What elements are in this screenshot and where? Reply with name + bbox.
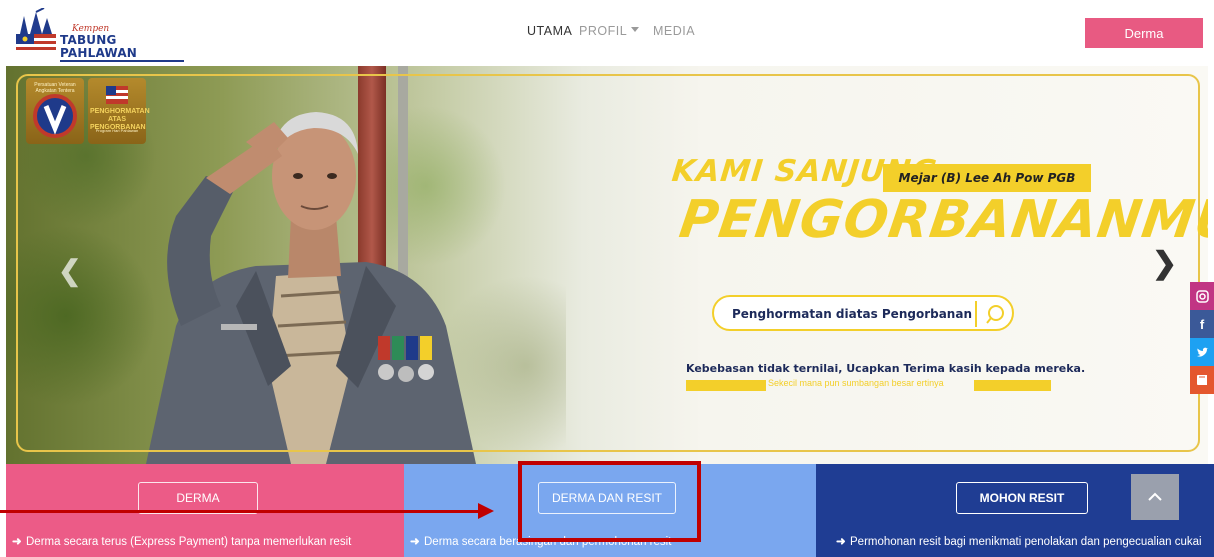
hero-highlight-bar-left [686,380,766,391]
search-divider [975,301,977,327]
derma-panel-desc: ➜ Derma secara terus (Express Payment) ta… [12,534,402,550]
chevron-right-icon[interactable]: ❯ [1152,246,1177,281]
v-shield-icon [33,94,77,138]
twitter-icon[interactable] [1190,338,1214,366]
arrow-right-icon: ➜ [836,536,846,548]
nav-item-utama[interactable]: UTAMA [527,24,572,38]
derma-desc-text: Derma secara terus (Express Payment) tan… [26,536,352,548]
hero-subtagline: Sekecil mana pun sumbangan besar ertinya [768,378,944,388]
hero-gold-frame [16,74,1200,452]
annotation-highlight-box [518,461,701,542]
arrow-right-icon: ➜ [12,536,22,548]
navbar: Kempen TABUNG PAHLAWAN UTAMA PROFIL MEDI… [0,0,1214,66]
nav-item-media[interactable]: MEDIA [653,24,695,38]
instagram-icon[interactable] [1190,282,1214,310]
annotation-arrow-line [0,510,480,513]
mohon-resit-button[interactable]: MOHON RESIT [956,482,1088,514]
hero-headline-big: PENGORBANANMU [675,190,1208,250]
hero-search-text: Penghormatan diatas Pengorbanan [732,307,972,321]
hero-search-pill: Penghormatan diatas Pengorbanan [712,295,1014,331]
facebook-icon[interactable]: f [1190,310,1214,338]
hero-name-tag: Mejar (B) Lee Ah Pow PGB [883,164,1091,192]
arrow-right-icon: ➜ [410,536,420,548]
veteran-association-logo: Persatuan Veteran Angkatan Tentera [26,78,84,144]
hero-carousel: Persatuan Veteran Angkatan Tentera PENGH… [6,66,1208,464]
site-logo[interactable]: Kempen TABUNG PAHLAWAN [14,8,184,62]
nav-item-profil[interactable]: PROFIL [579,24,627,38]
hero-highlight-bar-right [974,380,1051,391]
chevron-up-icon [1148,492,1162,501]
derma-button[interactable]: Derma [1085,18,1203,48]
hero-tagline: Kebebasan tidak ternilai, Ucapkan Terima… [686,362,1086,375]
chevron-left-icon[interactable]: ❮ [58,254,81,287]
social-sidebar: f [1190,282,1214,394]
soldiers-emblem-icon [16,8,56,50]
mohon-resit-desc-text: Permohonan resit bagi menikmati penolaka… [850,536,1202,548]
scroll-to-top-button[interactable] [1131,474,1179,520]
logo-name-text: TABUNG PAHLAWAN [60,34,184,62]
annotation-arrow-head [478,503,494,519]
caret-down-icon[interactable] [631,27,639,32]
pengorbanan-logo: PENGHORMATAN ATAS PENGORBANAN Program Ha… [88,78,150,144]
book-icon[interactable] [1190,366,1214,394]
mohon-resit-desc: ➜ Permohonan resit bagi menikmati penolak… [836,534,1208,550]
badge2-subtitle: Program Hari Pahlawan [95,128,139,133]
search-icon [986,305,1004,324]
